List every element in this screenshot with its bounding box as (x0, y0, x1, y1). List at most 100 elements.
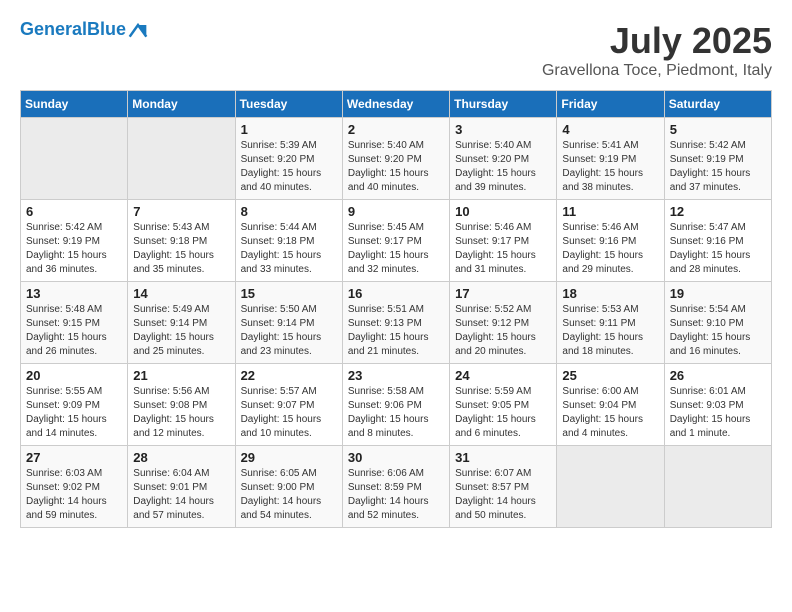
day-number: 2 (348, 122, 444, 137)
calendar-cell: 4 Sunrise: 5:41 AMSunset: 9:19 PMDaylight… (557, 118, 664, 200)
location: Gravellona Toce, Piedmont, Italy (542, 62, 772, 80)
calendar-week-row: 20Sunrise: 5:55 AMSunset: 9:09 PMDayligh… (21, 364, 772, 446)
header-cell-friday: Friday (557, 91, 664, 118)
calendar-week-row: 13 Sunrise: 5:48 AMSunset: 9:15 PMDayligh… (21, 282, 772, 364)
calendar-table: SundayMondayTuesdayWednesdayThursdayFrid… (20, 90, 772, 528)
day-number: 30 (348, 450, 444, 465)
day-detail: Sunrise: 5:54 AMSunset: 9:10 PMDaylight:… (670, 303, 766, 359)
day-number: 3 (455, 122, 551, 137)
calendar-cell: 13 Sunrise: 5:48 AMSunset: 9:15 PMDayligh… (21, 282, 128, 364)
calendar-body: 1 Sunrise: 5:39 AMSunset: 9:20 PMDaylight… (21, 118, 772, 528)
calendar-cell: 16 Sunrise: 5:51 AMSunset: 9:13 PMDayligh… (342, 282, 449, 364)
month-title: July 2025 (542, 20, 772, 62)
day-detail: Sunrise: 5:44 AMSunset: 9:18 PMDaylight:… (241, 221, 337, 277)
day-number: 28 (133, 450, 229, 465)
calendar-cell: 26 Sunrise: 6:01 AMSunset: 9:03 PMDayligh… (664, 364, 771, 446)
day-number: 20 (26, 368, 122, 383)
day-detail: Sunrise: 6:00 AMSunset: 9:04 PMDaylight:… (562, 385, 658, 441)
day-detail: Sunrise: 5:50 AMSunset: 9:14 PMDaylight:… (241, 303, 337, 359)
day-number: 16 (348, 286, 444, 301)
calendar-cell: 30 Sunrise: 6:06 AMSunset: 8:59 PMDayligh… (342, 446, 449, 528)
calendar-cell: 1 Sunrise: 5:39 AMSunset: 9:20 PMDaylight… (235, 118, 342, 200)
calendar-week-row: 1 Sunrise: 5:39 AMSunset: 9:20 PMDaylight… (21, 118, 772, 200)
day-number: 14 (133, 286, 229, 301)
calendar-cell: 7 Sunrise: 5:43 AMSunset: 9:18 PMDaylight… (128, 200, 235, 282)
calendar-cell: 24 Sunrise: 5:59 AMSunset: 9:05 PMDayligh… (450, 364, 557, 446)
day-number: 5 (670, 122, 766, 137)
calendar-cell: 2 Sunrise: 5:40 AMSunset: 9:20 PMDaylight… (342, 118, 449, 200)
calendar-header-row: SundayMondayTuesdayWednesdayThursdayFrid… (21, 91, 772, 118)
calendar-cell: 25 Sunrise: 6:00 AMSunset: 9:04 PMDayligh… (557, 364, 664, 446)
calendar-cell: 19 Sunrise: 5:54 AMSunset: 9:10 PMDayligh… (664, 282, 771, 364)
day-detail: Sunrise: 5:40 AMSunset: 9:20 PMDaylight:… (348, 139, 444, 195)
header-cell-tuesday: Tuesday (235, 91, 342, 118)
header-cell-sunday: Sunday (21, 91, 128, 118)
calendar-cell: 28 Sunrise: 6:04 AMSunset: 9:01 PMDayligh… (128, 446, 235, 528)
day-detail: Sunrise: 5:49 AMSunset: 9:14 PMDaylight:… (133, 303, 229, 359)
day-number: 6 (26, 204, 122, 219)
calendar-week-row: 6 Sunrise: 5:42 AMSunset: 9:19 PMDaylight… (21, 200, 772, 282)
day-number: 27 (26, 450, 122, 465)
calendar-cell: 3 Sunrise: 5:40 AMSunset: 9:20 PMDaylight… (450, 118, 557, 200)
calendar-cell: 21Sunrise: 5:56 AMSunset: 9:08 PMDayligh… (128, 364, 235, 446)
calendar-cell (21, 118, 128, 200)
day-detail: Sunrise: 5:42 AMSunset: 9:19 PMDaylight:… (26, 221, 122, 277)
day-number: 11 (562, 204, 658, 219)
day-detail: Sunrise: 6:01 AMSunset: 9:03 PMDaylight:… (670, 385, 766, 441)
calendar-week-row: 27 Sunrise: 6:03 AMSunset: 9:02 PMDayligh… (21, 446, 772, 528)
day-number: 9 (348, 204, 444, 219)
day-detail: Sunrise: 5:47 AMSunset: 9:16 PMDaylight:… (670, 221, 766, 277)
day-number: 1 (241, 122, 337, 137)
calendar-cell: 27 Sunrise: 6:03 AMSunset: 9:02 PMDayligh… (21, 446, 128, 528)
day-detail: Sunrise: 5:52 AMSunset: 9:12 PMDaylight:… (455, 303, 551, 359)
day-number: 7 (133, 204, 229, 219)
day-number: 13 (26, 286, 122, 301)
day-number: 26 (670, 368, 766, 383)
day-detail: Sunrise: 5:53 AMSunset: 9:11 PMDaylight:… (562, 303, 658, 359)
day-number: 24 (455, 368, 551, 383)
day-detail: Sunrise: 5:51 AMSunset: 9:13 PMDaylight:… (348, 303, 444, 359)
day-detail: Sunrise: 6:05 AMSunset: 9:00 PMDaylight:… (241, 467, 337, 523)
calendar-cell: 6 Sunrise: 5:42 AMSunset: 9:19 PMDaylight… (21, 200, 128, 282)
day-number: 12 (670, 204, 766, 219)
day-number: 31 (455, 450, 551, 465)
day-number: 8 (241, 204, 337, 219)
calendar-cell: 8 Sunrise: 5:44 AMSunset: 9:18 PMDaylight… (235, 200, 342, 282)
day-number: 23 (348, 368, 444, 383)
header-cell-saturday: Saturday (664, 91, 771, 118)
header: GeneralBlue July 2025 Gravellona Toce, P… (20, 20, 772, 80)
day-detail: Sunrise: 5:45 AMSunset: 9:17 PMDaylight:… (348, 221, 444, 277)
day-number: 25 (562, 368, 658, 383)
day-detail: Sunrise: 5:59 AMSunset: 9:05 PMDaylight:… (455, 385, 551, 441)
day-detail: Sunrise: 6:03 AMSunset: 9:02 PMDaylight:… (26, 467, 122, 523)
calendar-cell: 14 Sunrise: 5:49 AMSunset: 9:14 PMDayligh… (128, 282, 235, 364)
calendar-cell: 22Sunrise: 5:57 AMSunset: 9:07 PMDayligh… (235, 364, 342, 446)
calendar-cell: 12 Sunrise: 5:47 AMSunset: 9:16 PMDayligh… (664, 200, 771, 282)
calendar-page: GeneralBlue July 2025 Gravellona Toce, P… (0, 0, 792, 538)
day-number: 19 (670, 286, 766, 301)
logo-text: GeneralBlue (20, 20, 126, 40)
day-detail: Sunrise: 5:43 AMSunset: 9:18 PMDaylight:… (133, 221, 229, 277)
day-detail: Sunrise: 6:04 AMSunset: 9:01 PMDaylight:… (133, 467, 229, 523)
day-detail: Sunrise: 5:40 AMSunset: 9:20 PMDaylight:… (455, 139, 551, 195)
day-detail: Sunrise: 5:42 AMSunset: 9:19 PMDaylight:… (670, 139, 766, 195)
title-block: July 2025 Gravellona Toce, Piedmont, Ita… (542, 20, 772, 80)
day-number: 29 (241, 450, 337, 465)
calendar-cell: 29 Sunrise: 6:05 AMSunset: 9:00 PMDayligh… (235, 446, 342, 528)
day-detail: Sunrise: 5:39 AMSunset: 9:20 PMDaylight:… (241, 139, 337, 195)
day-detail: Sunrise: 6:07 AMSunset: 8:57 PMDaylight:… (455, 467, 551, 523)
day-detail: Sunrise: 5:48 AMSunset: 9:15 PMDaylight:… (26, 303, 122, 359)
logo-icon (128, 20, 148, 40)
calendar-cell (128, 118, 235, 200)
day-number: 4 (562, 122, 658, 137)
day-detail: Sunrise: 6:06 AMSunset: 8:59 PMDaylight:… (348, 467, 444, 523)
day-detail: Sunrise: 5:57 AMSunset: 9:07 PMDaylight:… (241, 385, 337, 441)
logo: GeneralBlue (20, 20, 148, 40)
header-cell-thursday: Thursday (450, 91, 557, 118)
header-cell-monday: Monday (128, 91, 235, 118)
calendar-cell: 18Sunrise: 5:53 AMSunset: 9:11 PMDayligh… (557, 282, 664, 364)
day-number: 17 (455, 286, 551, 301)
day-detail: Sunrise: 5:41 AMSunset: 9:19 PMDaylight:… (562, 139, 658, 195)
calendar-cell (664, 446, 771, 528)
day-detail: Sunrise: 5:58 AMSunset: 9:06 PMDaylight:… (348, 385, 444, 441)
